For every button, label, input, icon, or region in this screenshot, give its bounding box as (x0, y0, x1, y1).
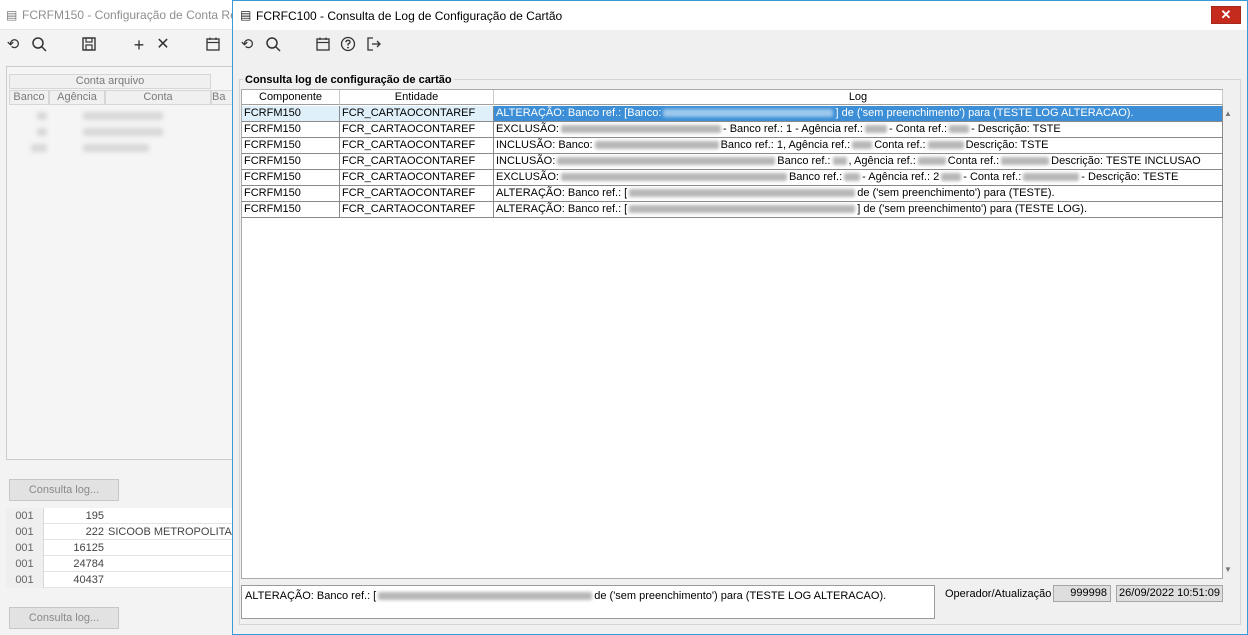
redacted-cell (37, 128, 47, 136)
background-grid: Conta arquivo Banco Agência Conta Ba (6, 66, 235, 460)
redacted-cell (31, 144, 47, 152)
groupbox-title: Consulta log de configuração de cartão (243, 74, 454, 86)
column-banco: Banco (9, 90, 49, 105)
table-row[interactable]: 001 222 SICOOB METROPOLITANO (6, 524, 248, 540)
main-toolbar: ⟲ (233, 30, 1247, 60)
consulta-log-button[interactable]: Consulta log... (9, 479, 119, 501)
redacted-cell (37, 112, 47, 120)
column-log[interactable]: Log (494, 90, 1223, 105)
background-titlebar: ▤ FCRFM150 - Configuração de Conta Rel (0, 0, 240, 30)
search-icon[interactable] (264, 36, 282, 54)
document-icon: ▤ (240, 8, 252, 22)
background-toolbar: ⟲ + ✕ (0, 30, 240, 60)
log-grid[interactable]: Componente Entidade Log FCRFM150 FCR_CAR… (241, 89, 1223, 579)
vertical-scrollbar[interactable]: ▲ ▼ (1223, 89, 1235, 579)
operator-value: 999998 (1053, 585, 1111, 602)
scroll-up-icon[interactable]: ▲ (1224, 109, 1232, 118)
close-icon: ✕ (1220, 7, 1232, 22)
log-cell: ALTERAÇÃO: Banco ref.: [Banco:] de ('sem… (494, 106, 1223, 121)
log-cell: EXCLUSÃO: Banco ref.: - Agência ref.: 2- C… (494, 170, 1223, 185)
table-row[interactable]: FCRFM150 FCR_CARTAOCONTAREF ALTERAÇÃO: B… (242, 202, 1223, 218)
refresh-icon[interactable]: ⟲ (4, 36, 22, 54)
column-entidade[interactable]: Entidade (340, 90, 494, 105)
log-cell: EXCLUSÃO: - Banco ref.: 1 - Agência ref.:… (494, 122, 1223, 137)
main-titlebar: ▤ FCRFC100 - Consulta de Log de Configur… (233, 1, 1247, 30)
column-agencia: Agência (49, 90, 105, 105)
redacted-cell (83, 112, 163, 120)
scroll-down-icon[interactable]: ▼ (1224, 565, 1232, 574)
table-row[interactable]: 001 24784 (6, 556, 236, 572)
table-row[interactable]: FCRFM150 FCR_CARTAOCONTAREF EXCLUSÃO: - B… (242, 122, 1223, 138)
consulta-log-button-2[interactable]: Consulta log... (9, 607, 119, 629)
delete-icon[interactable]: ✕ (154, 36, 172, 54)
search-icon[interactable] (30, 36, 48, 54)
log-cell: ALTERAÇÃO: Banco ref.: [] de ('sem preen… (494, 202, 1223, 217)
log-cell: ALTERAÇÃO: Banco ref.: [de ('sem preench… (494, 186, 1223, 201)
update-datetime: 26/09/2022 10:51:09 (1116, 585, 1223, 602)
calendar-icon[interactable] (204, 36, 222, 54)
save-icon[interactable] (80, 36, 98, 54)
table-row[interactable]: FCRFM150 FCR_CARTAOCONTAREF INCLUSÃO: Ba… (242, 138, 1223, 154)
table-row[interactable]: FCRFM150 FCR_CARTAOCONTAREF ALTERAÇÃO: B… (242, 106, 1223, 122)
table-row[interactable]: FCRFM150 FCR_CARTAOCONTAREF INCLUSÃO: Ban… (242, 154, 1223, 170)
log-cell: INCLUSÃO: Banco ref.:, Agência ref.: Conta… (494, 154, 1223, 169)
group-header-conta-arquivo: Conta arquivo (9, 74, 211, 89)
help-icon[interactable] (339, 36, 357, 54)
column-componente[interactable]: Componente (242, 90, 340, 105)
background-bottom-grid: 001 195 001 222 SICOOB METROPOLITANO 001… (6, 508, 248, 588)
log-detail-field[interactable]: ALTERAÇÃO: Banco ref.: [de ('sem preench… (241, 585, 935, 619)
background-window: ▤ FCRFM150 - Configuração de Conta Rel ⟲… (0, 0, 248, 635)
redacted-cell (83, 144, 149, 152)
table-row[interactable]: FCRFM150 FCR_CARTAOCONTAREF ALTERAÇÃO: B… (242, 186, 1223, 202)
table-row[interactable]: 001 195 (6, 508, 236, 524)
document-icon: ▤ (6, 8, 18, 22)
table-row[interactable]: 001 16125 (6, 540, 236, 556)
exit-icon[interactable] (365, 36, 383, 54)
close-button[interactable]: ✕ (1211, 6, 1241, 24)
main-window-title: FCRFC100 - Consulta de Log de Configuraç… (256, 9, 563, 23)
column-conta: Conta (105, 90, 211, 105)
log-cell: INCLUSÃO: Banco: Banco ref.: 1, Agência r… (494, 138, 1223, 153)
table-row[interactable]: 001 40437 (6, 572, 236, 588)
calendar-icon[interactable] (314, 36, 332, 54)
redacted-cell (83, 128, 163, 136)
refresh-icon[interactable]: ⟲ (238, 36, 256, 54)
main-window: ▤ FCRFC100 - Consulta de Log de Configur… (232, 0, 1248, 635)
add-icon[interactable]: + (130, 36, 148, 54)
operator-label: Operador/Atualização (945, 588, 1052, 600)
table-row[interactable]: FCRFM150 FCR_CARTAOCONTAREF EXCLUSÃO: Ban… (242, 170, 1223, 186)
background-window-title: FCRFM150 - Configuração de Conta Rel (22, 8, 240, 22)
